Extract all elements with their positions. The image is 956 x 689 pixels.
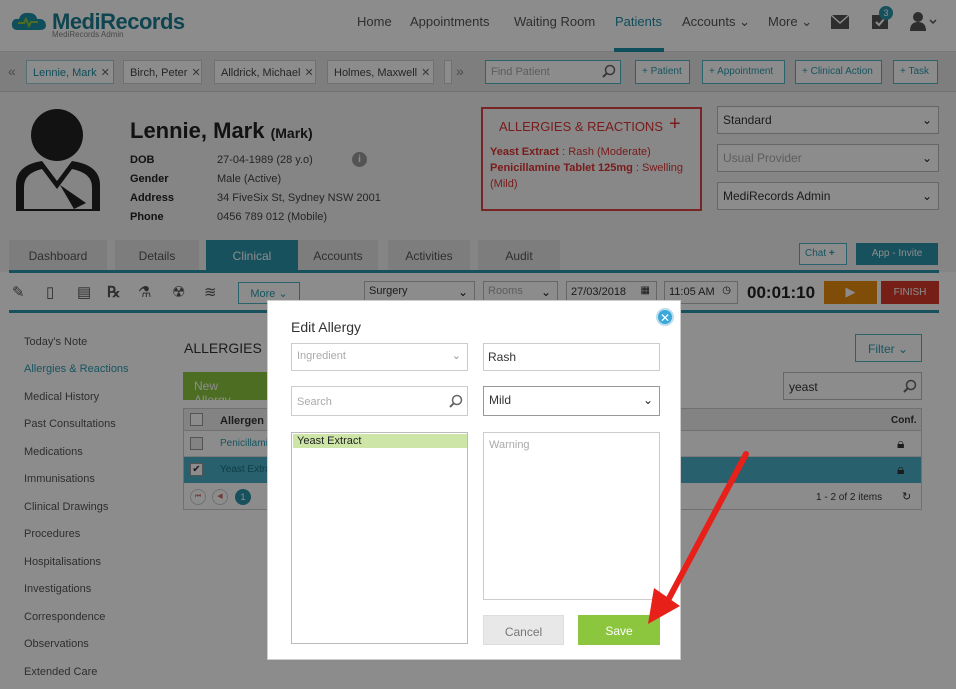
cancel-button[interactable]: Cancel xyxy=(483,615,564,645)
warning-placeholder: Warning xyxy=(489,439,530,451)
reaction-input[interactable]: Rash xyxy=(483,343,660,371)
close-icon[interactable]: ✕ xyxy=(656,308,674,326)
edit-allergy-modal: Edit Allergy ✕ Ingredient ⌄ Rash Search M… xyxy=(267,300,681,660)
chevron-down-icon: ⌄ xyxy=(642,393,653,407)
annotation-arrow-icon xyxy=(640,440,760,633)
warning-textarea[interactable]: Warning◢ xyxy=(483,432,660,600)
ingredient-search-placeholder: Search xyxy=(297,396,332,408)
severity-select[interactable]: Mild ⌄ xyxy=(483,386,660,416)
severity-value: Mild xyxy=(489,393,512,407)
list-item[interactable]: Yeast Extract xyxy=(293,434,467,448)
ingredient-select[interactable]: Ingredient ⌄ xyxy=(291,343,468,371)
ingredient-results-list: Yeast Extract xyxy=(291,432,468,644)
search-icon xyxy=(449,394,463,411)
ingredient-placeholder: Ingredient xyxy=(297,350,346,362)
ingredient-search-input[interactable]: Search xyxy=(291,386,468,416)
chevron-down-icon: ⌄ xyxy=(451,350,461,362)
modal-title: Edit Allergy xyxy=(291,319,362,335)
reaction-value: Rash xyxy=(488,350,517,364)
